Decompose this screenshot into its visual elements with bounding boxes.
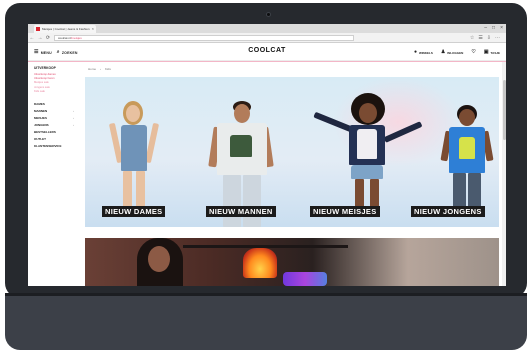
- sidebar-item-jongens[interactable]: JONGENS ›: [34, 122, 80, 129]
- model-girl-image: [309, 93, 429, 213]
- hero-label-jongens[interactable]: NIEUW JONGENS: [411, 206, 485, 217]
- cart-button[interactable]: ▣ TASJE: [484, 50, 500, 55]
- sidebar-item-label: MEISJES: [34, 116, 48, 121]
- account-label: INLOGGEN: [447, 50, 464, 55]
- webcam: [266, 12, 271, 17]
- address-input[interactable]: coolcat.nl/meisjes: [54, 34, 354, 41]
- sidebar-item-label: DAMES: [34, 102, 45, 107]
- chevron-right-icon: ›: [73, 116, 74, 121]
- screen: Meisjes | Coolcat | Jeans & Fashion × – …: [28, 24, 506, 286]
- stores-button[interactable]: ● WINKELS: [414, 50, 433, 55]
- sidebar-item-label: JONGENS: [34, 123, 49, 128]
- cart-label: TASJE: [490, 50, 500, 55]
- sidebar-item-label: MANNEN: [34, 109, 48, 114]
- scrollbar-thumb[interactable]: [502, 80, 506, 140]
- maximize-icon[interactable]: □: [492, 25, 495, 31]
- back-icon[interactable]: ←: [28, 33, 36, 43]
- hero-label-mannen[interactable]: NIEUW MANNEN: [206, 206, 276, 217]
- header-divider: [28, 61, 506, 62]
- reading-list-icon[interactable]: ☰: [478, 33, 482, 43]
- window-controls: – □ ×: [484, 25, 503, 31]
- site-header: ☰ MENU ⌕ ZOEKEN COOLCAT ● WINKELS ♟ INLO…: [28, 44, 506, 61]
- forward-icon[interactable]: →: [36, 33, 44, 43]
- location-pin-icon: ●: [413, 49, 417, 55]
- wishlist-button[interactable]: ♡: [471, 50, 475, 55]
- reload-icon[interactable]: ⟳: [44, 33, 52, 43]
- sidebar-item-klantenservice[interactable]: KLANTENSERVICE: [34, 143, 80, 150]
- sidebar-item-mannen[interactable]: MANNEN ›: [34, 108, 80, 115]
- favicon-icon: [36, 27, 40, 31]
- breadcrumb: Home › Kids: [88, 67, 111, 71]
- downloads-icon[interactable]: ⇩: [487, 33, 491, 43]
- monitor-chin-edge: [5, 293, 527, 296]
- hero-label-dames[interactable]: NIEUW DAMES: [102, 206, 166, 217]
- sidebar-item-dames[interactable]: DAMES: [34, 101, 80, 108]
- sidebar-title[interactable]: UITVERKOOP: [34, 66, 80, 70]
- breadcrumb-home[interactable]: Home: [88, 67, 96, 71]
- chevron-right-icon: ›: [73, 109, 74, 114]
- model-face-image: [148, 246, 170, 272]
- fire-image: [243, 248, 277, 278]
- minimize-icon[interactable]: –: [484, 25, 487, 31]
- favorite-star-icon[interactable]: ☆: [470, 33, 474, 43]
- browser-toolbar: ← → ⟳ coolcat.nl/meisjes ☆ ☰ ⇩ ⋯: [28, 33, 506, 43]
- heart-icon: ♡: [471, 49, 476, 55]
- sidebar-item-label: BESTSELLERS: [34, 130, 56, 135]
- stores-label: WINKELS: [418, 50, 433, 55]
- sidebar-item-label: KLANTENSERVICE: [34, 144, 62, 149]
- sidebar-item-bestsellers[interactable]: BESTSELLERS: [34, 129, 80, 136]
- sidebar-item-meisjes[interactable]: MEISJES ›: [34, 115, 80, 122]
- breadcrumb-current[interactable]: Kids: [105, 67, 111, 71]
- browser-tab-bar: Meisjes | Coolcat | Jeans & Fashion × – …: [28, 24, 506, 33]
- sidebar-item-outlet[interactable]: OUTLET: [34, 136, 80, 143]
- url-path: /meisjes: [70, 35, 82, 40]
- url-host: coolcat.nl: [58, 35, 71, 40]
- monitor-chin: [5, 293, 527, 350]
- neon-sign-image: [283, 272, 327, 286]
- hero-banner[interactable]: NIEUW DAMES NIEUW MANNEN NIEUW MEISJES N…: [85, 77, 499, 227]
- browser-actions: ☆ ☰ ⇩ ⋯: [470, 33, 506, 43]
- model-woman-image: [99, 101, 169, 221]
- promo-banner[interactable]: [85, 238, 499, 286]
- user-icon: ♟: [440, 49, 446, 55]
- breadcrumb-separator: ›: [100, 67, 102, 71]
- sidebar-item-label: OUTLET: [34, 137, 46, 142]
- hero-label-meisjes[interactable]: NIEUW MEISJES: [310, 206, 380, 217]
- tab-title: Meisjes | Coolcat | Jeans & Fashion: [42, 27, 90, 31]
- chevron-right-icon: ›: [73, 123, 74, 128]
- bag-icon: ▣: [483, 49, 489, 55]
- header-right: ● WINKELS ♟ INLOGGEN ♡ ▣ TASJE: [414, 44, 500, 61]
- close-window-icon[interactable]: ×: [500, 25, 503, 31]
- tab-close-icon[interactable]: ×: [92, 27, 94, 31]
- category-sidebar: UITVERKOOP Uitverkoop dames Uitverkoop h…: [34, 66, 80, 150]
- account-button[interactable]: ♟ INLOGGEN: [441, 50, 464, 55]
- more-icon[interactable]: ⋯: [495, 33, 500, 43]
